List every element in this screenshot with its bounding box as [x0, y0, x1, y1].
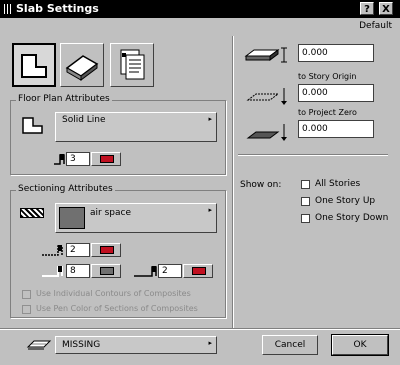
- fill-pen-icon: [42, 264, 64, 281]
- dropdown-arrow-icon: ▸: [208, 206, 212, 214]
- help-button[interactable]: ?: [360, 2, 374, 15]
- layer-value: MISSING: [62, 340, 101, 350]
- pen-color-sections-label: Use Pen Color of Sections of Composites: [36, 304, 198, 313]
- show-on-label: Show on:: [240, 180, 282, 190]
- one-story-down-label: One Story Down: [315, 213, 389, 223]
- one-story-up-checkbox[interactable]: [301, 197, 310, 206]
- one-story-up-label: One Story Up: [315, 196, 376, 206]
- floor-plan-pen-swatch[interactable]: [91, 152, 121, 166]
- fill-pattern-icon: [20, 208, 44, 218]
- column-divider: [232, 36, 233, 328]
- all-stories-label: All Stories: [315, 179, 361, 189]
- thickness-input[interactable]: 0.000: [298, 44, 374, 62]
- pen-color-chip: [100, 246, 114, 254]
- cancel-button[interactable]: Cancel: [262, 335, 318, 355]
- floor-plan-group-label: Floor Plan Attributes: [16, 94, 112, 104]
- all-stories-checkbox[interactable]: [301, 180, 310, 189]
- pen-color-chip: [100, 267, 114, 275]
- pen-color-sections-checkbox[interactable]: [22, 305, 31, 314]
- layer-icon: [26, 337, 52, 354]
- listing-icon: [120, 49, 145, 80]
- background-pen-swatch[interactable]: [183, 264, 213, 278]
- layer-dropdown[interactable]: MISSING ▸: [55, 336, 217, 354]
- pen-icon: [54, 152, 66, 169]
- material-value: air space: [90, 208, 131, 218]
- contour-pen-icon: [42, 243, 64, 260]
- slab-3d-icon: [65, 55, 99, 81]
- project-zero-input[interactable]: 0.000: [298, 120, 374, 138]
- dropdown-arrow-icon: ▸: [208, 115, 212, 123]
- fill-pen-input[interactable]: 8: [66, 264, 90, 278]
- close-button[interactable]: X: [379, 2, 393, 15]
- floor-plan-icon: [21, 54, 47, 78]
- line-type-dropdown[interactable]: Solid Line ▸: [55, 112, 217, 142]
- thickness-icon: [244, 44, 290, 69]
- sectioning-group-label: Sectioning Attributes: [16, 184, 115, 194]
- default-label: Default: [359, 21, 392, 31]
- window-grip-icon: [4, 4, 12, 14]
- window-title: Slab Settings: [16, 2, 99, 15]
- story-offset-icon: [244, 86, 290, 111]
- background-pen-icon: [134, 264, 158, 281]
- footer-separator: [0, 328, 400, 329]
- project-zero-label: to Project Zero: [298, 108, 357, 117]
- material-swatch: [59, 207, 85, 229]
- story-offset-input[interactable]: 0.000: [298, 84, 374, 102]
- contour-pen-swatch[interactable]: [91, 243, 121, 257]
- fill-pen-swatch[interactable]: [91, 264, 121, 278]
- background-pen-input[interactable]: 2: [158, 264, 182, 278]
- story-origin-label: to Story Origin: [298, 72, 357, 81]
- floor-plan-pen-input[interactable]: 3: [66, 152, 90, 166]
- tab-floor-plan[interactable]: [12, 43, 56, 87]
- title-bar[interactable]: Slab Settings ? X: [0, 0, 400, 18]
- tab-listing[interactable]: [110, 43, 154, 87]
- one-story-down-checkbox[interactable]: [301, 214, 310, 223]
- pen-color-chip: [192, 267, 206, 275]
- ok-button[interactable]: OK: [331, 334, 389, 356]
- material-dropdown[interactable]: air space ▸: [55, 203, 217, 233]
- geometry-separator: [238, 154, 388, 155]
- tab-model[interactable]: [60, 43, 104, 87]
- individual-contours-label: Use Individual Contours of Composites: [36, 289, 191, 298]
- individual-contours-checkbox[interactable]: [22, 290, 31, 299]
- line-type-icon: [20, 114, 46, 139]
- contour-pen-input[interactable]: 2: [66, 243, 90, 257]
- line-type-value: Solid Line: [62, 115, 106, 125]
- project-zero-icon: [244, 122, 290, 147]
- pen-color-chip: [100, 155, 114, 163]
- dropdown-arrow-icon: ▸: [208, 339, 212, 347]
